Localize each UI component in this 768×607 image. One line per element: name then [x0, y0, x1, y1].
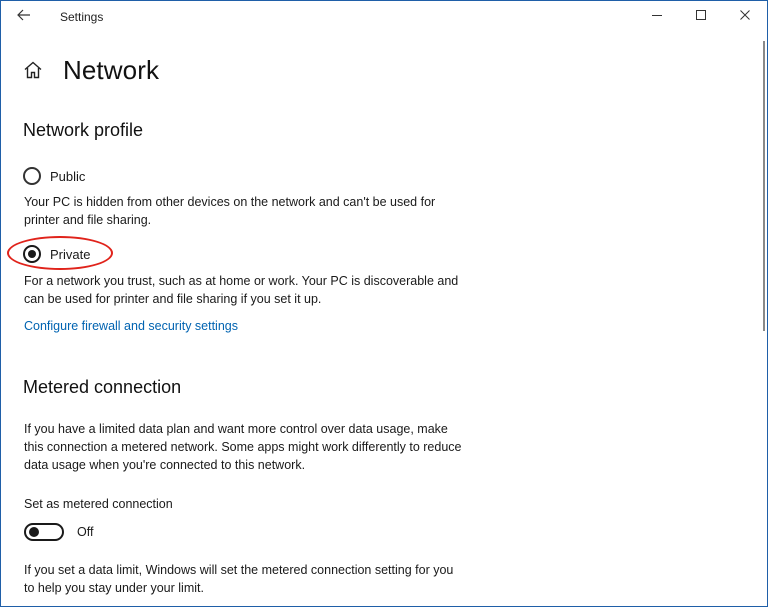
data-limit-note: If you set a data limit, Windows will se… [24, 563, 454, 595]
toggle-knob [29, 527, 39, 537]
public-description: Your PC is hidden from other devices on … [24, 195, 436, 227]
radio-public[interactable]: Public [23, 165, 85, 187]
radio-button-unselected[interactable] [23, 167, 41, 185]
radio-public-label: Public [50, 168, 86, 184]
maximize-icon [695, 8, 707, 26]
configure-firewall-link[interactable]: Configure firewall and security settings [24, 319, 238, 333]
scrollbar-thumb[interactable] [763, 41, 765, 331]
maximize-button[interactable] [681, 1, 721, 33]
home-icon[interactable] [23, 60, 43, 80]
page-title: Network [63, 55, 160, 85]
minimize-button[interactable] [637, 1, 677, 33]
minimize-icon [651, 8, 663, 26]
radio-private[interactable]: Private [23, 243, 90, 265]
settings-window: Settings Network Network profile Public … [0, 0, 768, 607]
window-title: Settings [60, 10, 104, 24]
title-bar: Settings [1, 1, 767, 33]
close-button[interactable] [723, 1, 767, 33]
radio-button-selected[interactable] [23, 245, 41, 263]
toggle-state-text: Off [77, 525, 94, 539]
private-description: For a network you trust, such as at home… [24, 274, 459, 306]
network-profile-heading: Network profile [23, 120, 144, 140]
metered-toggle-label: Set as metered connection [24, 497, 173, 511]
back-arrow-icon [17, 8, 31, 26]
metered-connection-toggle[interactable] [24, 523, 64, 541]
radio-private-label: Private [50, 246, 91, 262]
radio-dot [28, 250, 36, 258]
metered-connection-heading: Metered connection [23, 377, 182, 397]
close-icon [739, 8, 751, 26]
back-button[interactable] [7, 1, 41, 33]
metered-description: If you have a limited data plan and want… [24, 422, 462, 472]
